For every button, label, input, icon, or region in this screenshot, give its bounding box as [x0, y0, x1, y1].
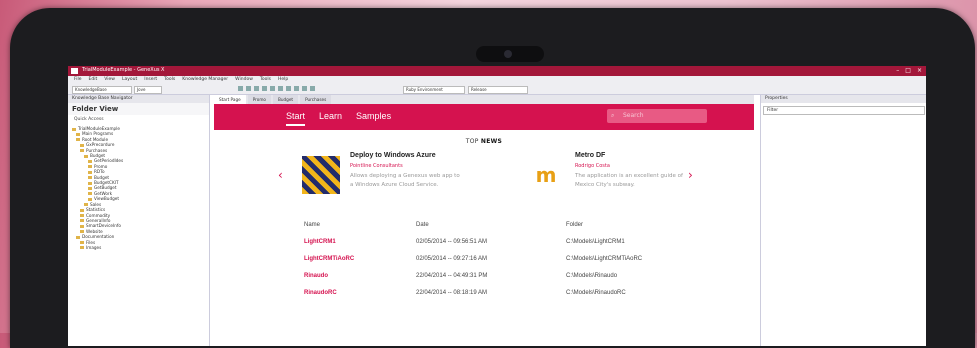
screen: TrialModuleExample - GeneXus X – □ × Fil… — [68, 66, 926, 346]
tab-budget[interactable]: Budget — [273, 95, 299, 104]
kb-folder: C:\Models\Rinaudo — [566, 273, 618, 279]
col-folder: Folder — [566, 222, 584, 228]
search-placeholder: Search — [623, 112, 644, 119]
search-input[interactable]: ⌕ Search — [607, 109, 707, 123]
table-header: Name Date Folder — [214, 222, 754, 239]
kb-selector[interactable]: KnowledgeBase — [72, 86, 132, 94]
document-tabs: Start Page Promo Budget Purchases — [214, 95, 754, 104]
new-icon[interactable] — [238, 86, 243, 91]
title-bar: TrialModuleExample - GeneXus X – □ × — [68, 66, 926, 76]
kb-name-link[interactable]: RinaudoRC — [304, 290, 337, 296]
kb-navigator-header: Knowledge Base Navigator — [68, 95, 209, 103]
tab-samples[interactable]: Samples — [356, 111, 391, 126]
menu-tools-2[interactable]: Tools — [260, 76, 271, 84]
news-description: The application is an excellent guide of… — [575, 173, 683, 188]
toolbar-icons — [238, 86, 315, 91]
start-page-header: Start Learn Samples ⌕ Search — [214, 104, 754, 130]
menu-file[interactable]: File — [74, 76, 82, 84]
top-news-prefix: TOP — [465, 138, 479, 145]
minimize-icon[interactable]: – — [896, 67, 899, 74]
kb-date: 02/05/2014 -- 09:27:16 AM — [416, 256, 488, 262]
col-date: Date — [416, 222, 429, 228]
tab-promo[interactable]: Promo — [247, 95, 271, 104]
recent-kb-table: Name Date Folder LightCRM1 02/05/2014 --… — [214, 222, 754, 307]
chevron-right-icon[interactable]: › — [688, 168, 693, 182]
quick-access[interactable]: Quick Access — [68, 115, 209, 124]
news-title[interactable]: Deploy to Windows Azure — [350, 152, 436, 159]
news-author: Pointline Consultants — [350, 163, 403, 169]
menu-help[interactable]: Help — [278, 76, 288, 84]
redo-icon[interactable] — [294, 86, 299, 91]
kb-navigator: Knowledge Base Navigator Folder View Qui… — [68, 95, 210, 346]
menu-edit[interactable]: Edit — [89, 76, 98, 84]
kb-date: 22/04/2014 -- 04:49:31 PM — [416, 273, 488, 279]
close-icon[interactable]: × — [917, 67, 922, 74]
maximize-icon[interactable]: □ — [905, 67, 911, 74]
run-icon[interactable] — [310, 86, 315, 91]
kb-value[interactable]: Jove — [134, 86, 162, 94]
kb-name-link[interactable]: Rinaudo — [304, 273, 328, 279]
paste-icon[interactable] — [278, 86, 283, 91]
menu-view[interactable]: View — [104, 76, 115, 84]
copy-icon[interactable] — [270, 86, 275, 91]
menu-bar: File Edit View Layout Insert Tools Knowl… — [68, 76, 926, 84]
undo-icon[interactable] — [286, 86, 291, 91]
kb-folder: C:\Models\LightCRMTiAoRC — [566, 256, 643, 262]
kb-folder: C:\Models\LightCRM1 — [566, 239, 625, 245]
laptop-bezel: TrialModuleExample - GeneXus X – □ × Fil… — [10, 8, 975, 348]
window-controls: – □ × — [896, 67, 922, 74]
folder-tree: TrialModuleExample Main Programs Root Mo… — [68, 124, 209, 252]
menu-insert[interactable]: Insert — [144, 76, 157, 84]
tab-start[interactable]: Start — [286, 111, 306, 126]
properties-panel: Properties Filter — [760, 95, 926, 346]
start-page: Start Learn Samples ⌕ Search TOP NEWS ‹ … — [214, 104, 754, 346]
search-icon: ⌕ — [611, 112, 615, 119]
webcam — [476, 46, 544, 62]
folder-view-title: Folder View — [68, 103, 209, 115]
top-news-heading: TOP NEWS — [214, 138, 754, 145]
kb-name-link[interactable]: LightCRMTiAoRC — [304, 256, 354, 262]
chevron-left-icon[interactable]: ‹ — [278, 168, 283, 182]
table-row[interactable]: RinaudoRC 22/04/2014 -- 08:18:19 AM C:\M… — [214, 290, 754, 307]
table-row[interactable]: LightCRM1 02/05/2014 -- 09:56:51 AM C:\M… — [214, 239, 754, 256]
cut-icon[interactable] — [262, 86, 267, 91]
table-row[interactable]: LightCRMTiAoRC 02/05/2014 -- 09:27:16 AM… — [214, 256, 754, 273]
azure-thumbnail-icon — [302, 156, 340, 194]
kb-folder: C:\Models\RinaudoRC — [566, 290, 626, 296]
table-row[interactable]: Rinaudo 22/04/2014 -- 04:49:31 PM C:\Mod… — [214, 273, 754, 290]
kb-name-link[interactable]: LightCRM1 — [304, 239, 336, 245]
menu-window[interactable]: Window — [235, 76, 253, 84]
menu-tools[interactable]: Tools — [164, 76, 175, 84]
news-description: Allows deploying a Genexus web app to a … — [350, 173, 460, 188]
col-name: Name — [304, 222, 321, 228]
start-page-nav: Start Learn Samples — [286, 111, 391, 126]
window-title: TrialModuleExample - GeneXus X — [82, 67, 165, 73]
build-icon[interactable] — [302, 86, 307, 91]
top-news-bold: NEWS — [480, 138, 503, 145]
tab-learn[interactable]: Learn — [319, 111, 342, 126]
environment-select[interactable]: Ruby Environment — [403, 86, 465, 94]
app-icon — [71, 68, 78, 74]
tab-purchases[interactable]: Purchases — [300, 95, 332, 104]
properties-filter-input[interactable]: Filter — [763, 106, 925, 115]
menu-layout[interactable]: Layout — [122, 76, 137, 84]
platform-select[interactable]: Release — [468, 86, 528, 94]
metro-logo-icon: m — [527, 156, 565, 194]
save-icon[interactable] — [254, 86, 259, 91]
news-title[interactable]: Metro DF — [575, 152, 605, 159]
kb-date: 02/05/2014 -- 09:56:51 AM — [416, 239, 488, 245]
tab-start-page[interactable]: Start Page — [214, 95, 246, 104]
news-author: Rodrigo Costa — [575, 163, 610, 169]
kb-date: 22/04/2014 -- 08:18:19 AM — [416, 290, 488, 296]
menu-knowledge-manager[interactable]: Knowledge Manager — [182, 76, 228, 84]
tree-item[interactable]: Images — [72, 245, 205, 250]
properties-header: Properties — [761, 95, 926, 103]
toolbar: KnowledgeBase Jove Ruby Environment Rele… — [68, 84, 926, 95]
open-icon[interactable] — [246, 86, 251, 91]
